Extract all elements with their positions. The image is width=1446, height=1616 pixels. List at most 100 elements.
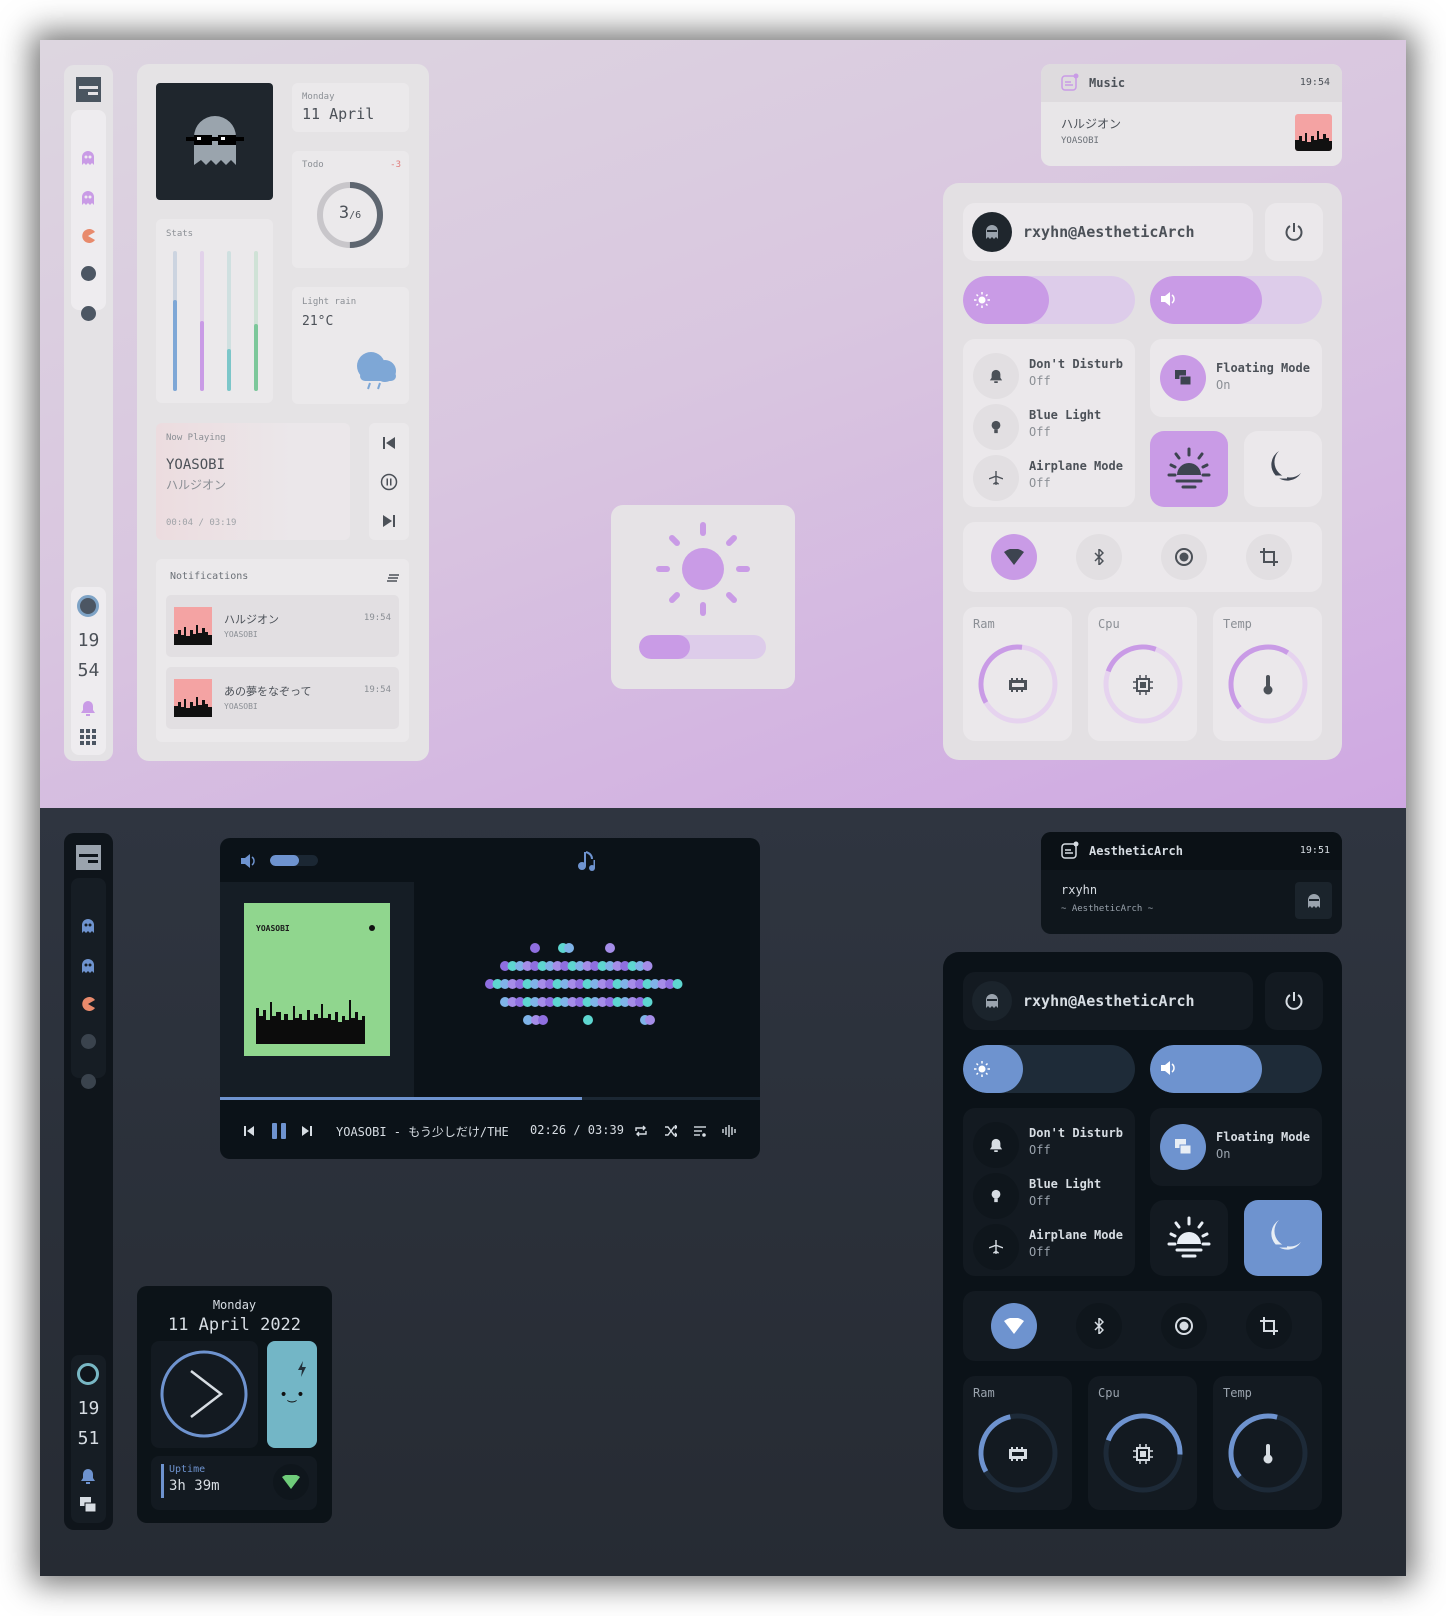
bluetooth-icon[interactable] xyxy=(1076,1303,1122,1349)
user-avatar xyxy=(972,212,1012,252)
todo-card: Todo -3 3/6 xyxy=(292,151,409,268)
wifi-icon[interactable] xyxy=(991,1303,1037,1349)
bell-off-icon xyxy=(973,353,1019,399)
notification-item[interactable]: あの夢をなぞって YOASOBI 19:54 xyxy=(166,667,399,729)
workspace-dot-icon[interactable] xyxy=(81,266,96,281)
speaker-icon xyxy=(1161,1061,1175,1075)
pacman-icon[interactable] xyxy=(79,995,97,1013)
launcher-icon[interactable] xyxy=(76,77,101,102)
sun-small-icon xyxy=(974,1061,990,1077)
toggle-don-t-disturb[interactable]: Don't Disturb Off xyxy=(973,349,1128,399)
moon-icon xyxy=(1265,451,1301,485)
music-player: YOASOBI YOASOBI - もう少しだけ/THE 02:26 / 03:… xyxy=(220,838,760,1159)
crop-icon[interactable] xyxy=(1246,534,1292,580)
record-icon[interactable] xyxy=(1161,534,1207,580)
pacman-icon[interactable] xyxy=(79,227,97,245)
battery-widget: •‿• xyxy=(267,1341,317,1448)
night-mode-button[interactable] xyxy=(1244,1200,1322,1276)
sidebar-clock-minute: 51 xyxy=(77,1428,100,1449)
todo-done: 3 xyxy=(338,203,350,223)
temp-monitor: Temp xyxy=(1213,607,1322,741)
toggle-state: Off xyxy=(1029,1143,1051,1157)
day-mode-button[interactable] xyxy=(1150,1200,1228,1276)
stat-fill xyxy=(254,323,258,391)
workspace-dot-icon[interactable] xyxy=(81,306,96,321)
floating-mode-toggle[interactable]: Floating Mode On xyxy=(1150,1108,1322,1186)
volume-slider[interactable] xyxy=(1150,1045,1322,1093)
now-playing-label: Now Playing xyxy=(166,433,226,443)
track-title: YOASOBI - もう少しだけ/THE xyxy=(336,1125,509,1139)
clock-widget: Monday 11 April 2022 •‿• Uptime 3h 39m xyxy=(137,1286,332,1523)
album-art xyxy=(174,679,212,717)
next-icon[interactable] xyxy=(381,513,397,529)
next-icon[interactable] xyxy=(300,1124,314,1138)
monitor-label: Temp xyxy=(1223,1386,1252,1400)
night-mode-button[interactable] xyxy=(1244,431,1322,507)
floating-mode-state: On xyxy=(1216,1147,1231,1161)
system-notification-popup[interactable]: AestheticArch 19:51 rxyhn ~ AestheticArc… xyxy=(1041,832,1342,934)
notifications-label: Notifications xyxy=(170,571,249,582)
crop-icon[interactable] xyxy=(1246,1303,1292,1349)
apps-grid-icon[interactable] xyxy=(79,728,97,746)
notification-title: ハルジオン xyxy=(1061,117,1122,131)
status-ring-icon[interactable] xyxy=(77,595,99,617)
ghost-icon[interactable] xyxy=(79,917,97,935)
floating-windows-icon xyxy=(1160,1124,1206,1170)
floating-windows-icon[interactable] xyxy=(79,1496,97,1514)
notification-subtitle: ~ AestheticArch ~ xyxy=(1061,904,1154,914)
brightness-slider[interactable] xyxy=(963,1045,1135,1093)
notification-item[interactable]: ハルジオン YOASOBI 19:54 xyxy=(166,595,399,657)
speaker-icon xyxy=(1161,292,1175,306)
user-header: rxyhn@AestheticArch xyxy=(963,203,1253,261)
album-art xyxy=(174,607,212,645)
toggle-don-t-disturb[interactable]: Don't Disturb Off xyxy=(973,1118,1128,1168)
record-icon[interactable] xyxy=(1161,1303,1207,1349)
power-button[interactable] xyxy=(1265,972,1323,1030)
notification-title: ハルジオン xyxy=(224,613,279,626)
previous-icon[interactable] xyxy=(381,435,397,451)
launcher-icon[interactable] xyxy=(76,845,101,870)
temp-monitor: Temp xyxy=(1213,1376,1322,1510)
floating-windows-icon xyxy=(1160,355,1206,401)
wifi-icon[interactable] xyxy=(991,534,1037,580)
status-ring-icon[interactable] xyxy=(77,1363,99,1385)
clear-notifications-icon[interactable] xyxy=(387,573,399,583)
shuffle-icon[interactable] xyxy=(664,1124,678,1138)
toggle-blue-light[interactable]: Blue Light Off xyxy=(973,400,1128,450)
toggle-label: Airplane Mode xyxy=(1029,1228,1123,1242)
volume-slider[interactable] xyxy=(1150,276,1322,324)
previous-icon[interactable] xyxy=(242,1124,256,1138)
bluetooth-icon[interactable] xyxy=(1076,534,1122,580)
ghost-icon[interactable] xyxy=(79,189,97,207)
playback-progress-track[interactable] xyxy=(220,1097,760,1100)
toggle-label: Don't Disturb xyxy=(1029,1126,1123,1140)
ghost-icon[interactable] xyxy=(79,957,97,975)
workspace-dot-icon[interactable] xyxy=(81,1074,96,1089)
toggle-airplane-mode[interactable]: Airplane Mode Off xyxy=(973,1220,1128,1270)
todo-total: /6 xyxy=(349,210,362,221)
floating-mode-state: On xyxy=(1216,378,1231,392)
bell-icon[interactable] xyxy=(79,1467,97,1485)
ram-monitor: Ram xyxy=(963,1376,1072,1510)
repeat-icon[interactable] xyxy=(634,1124,648,1138)
pause-icon[interactable] xyxy=(380,473,398,491)
brightness-osd-track[interactable] xyxy=(639,635,766,659)
playlist-icon[interactable] xyxy=(693,1124,707,1138)
waveform-icon[interactable] xyxy=(722,1124,736,1138)
notification-time: 19:54 xyxy=(1299,77,1330,88)
toggle-airplane-mode[interactable]: Airplane Mode Off xyxy=(973,451,1128,501)
notification-time: 19:51 xyxy=(1299,845,1330,856)
brightness-osd xyxy=(611,505,795,689)
pause-icon[interactable] xyxy=(270,1122,288,1140)
power-button[interactable] xyxy=(1265,203,1323,261)
bell-icon[interactable] xyxy=(79,699,97,717)
floating-mode-toggle[interactable]: Floating Mode On xyxy=(1150,339,1322,417)
workspace-dot-icon[interactable] xyxy=(81,1034,96,1049)
ghost-icon[interactable] xyxy=(79,149,97,167)
volume-track[interactable] xyxy=(270,855,318,866)
volume-icon[interactable] xyxy=(240,852,258,870)
brightness-slider[interactable] xyxy=(963,276,1135,324)
music-notification-popup[interactable]: Music 19:54 ハルジオン YOASOBI xyxy=(1041,64,1342,166)
toggle-blue-light[interactable]: Blue Light Off xyxy=(973,1169,1128,1219)
day-mode-button[interactable] xyxy=(1150,431,1228,507)
